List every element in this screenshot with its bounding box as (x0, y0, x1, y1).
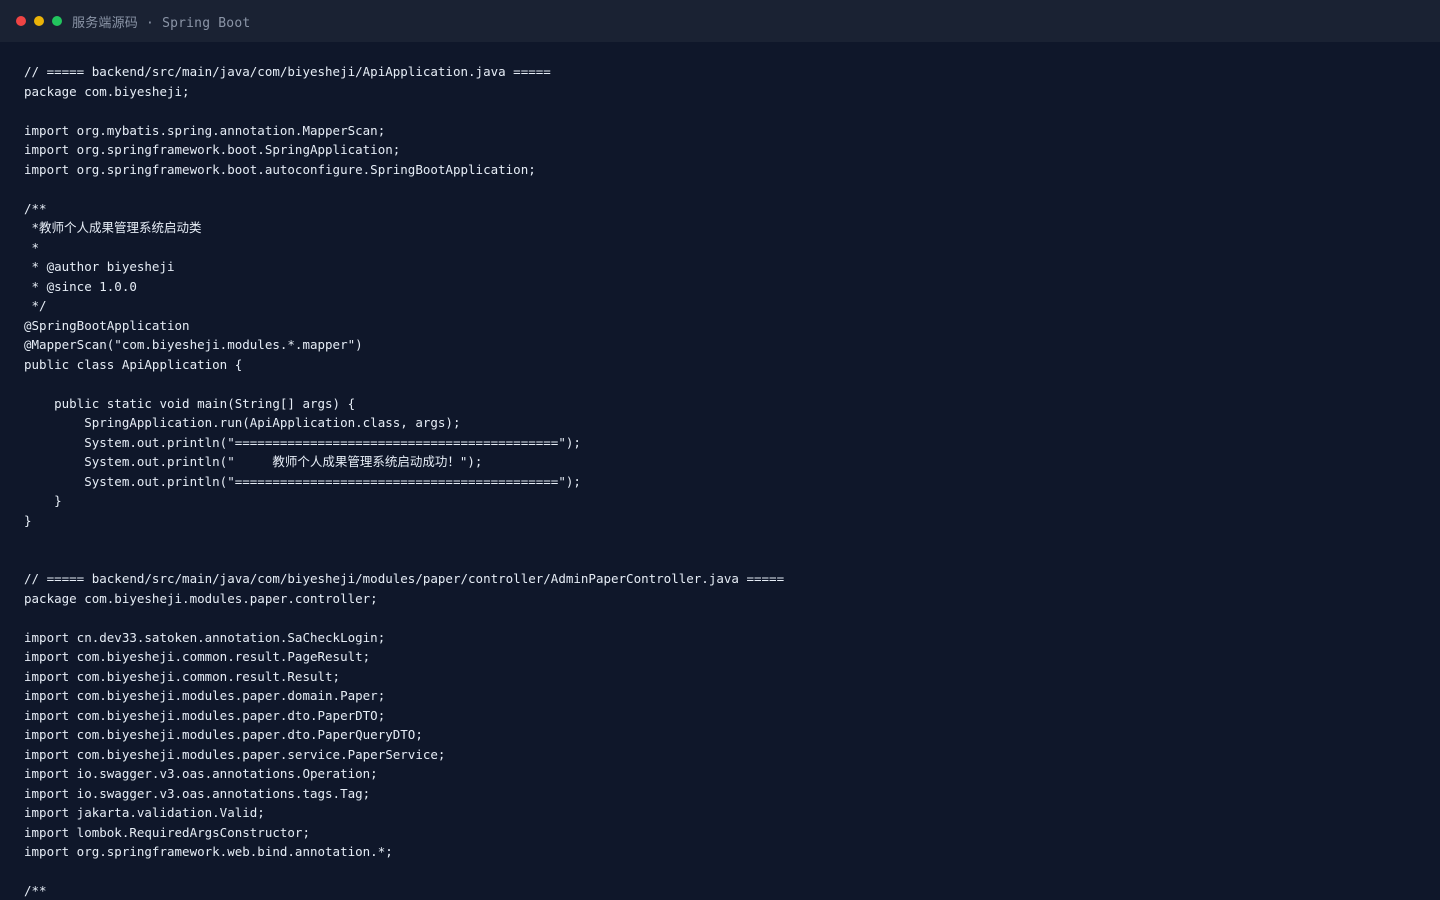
code-line: /** (24, 883, 47, 898)
code-line: * (24, 239, 40, 255)
code-line: package com.biyesheji; (24, 83, 190, 99)
code-line: import lombok.RequiredArgsConstructor; (24, 824, 310, 840)
code-line: import io.swagger.v3.oas.annotations.tag… (24, 785, 371, 801)
code-line: import org.springframework.boot.autoconf… (24, 161, 536, 177)
code-line: import io.swagger.v3.oas.annotations.Ope… (24, 766, 378, 781)
code-line: public static void main(String[] args) { (24, 395, 356, 411)
code-line: import org.springframework.boot.SpringAp… (24, 142, 401, 157)
code-line: * @author biyesheji (24, 259, 175, 274)
code-line: * @since 1.0.0 (24, 278, 137, 294)
code-line: } (24, 493, 62, 508)
code-line: // ===== backend/src/main/java/com/biyes… (24, 571, 785, 586)
zoom-window-button[interactable] (52, 16, 62, 26)
code-line: *教师个人成果管理系统启动类 (24, 220, 202, 235)
close-window-button[interactable] (16, 16, 26, 26)
minimize-window-button[interactable] (34, 16, 44, 26)
code-line: import com.biyesheji.modules.paper.dto.P… (24, 727, 423, 742)
code-line: import com.biyesheji.common.result.PageR… (24, 649, 371, 664)
code-line: @SpringBootApplication (24, 317, 190, 333)
code-line: import org.mybatis.spring.annotation.Map… (24, 122, 386, 138)
code-line: import cn.dev33.satoken.annotation.SaChe… (24, 629, 386, 645)
code-line: public class ApiApplication { (24, 356, 243, 372)
code-line: } (24, 512, 32, 528)
code-line: SpringApplication.run(ApiApplication.cla… (24, 415, 461, 430)
code-line: System.out.println("====================… (24, 473, 581, 489)
code-window: 服务端源码 · Spring Boot // ===== backend/src… (0, 0, 1440, 900)
code-line: System.out.println("====================… (24, 434, 581, 450)
code-line: import com.biyesheji.modules.paper.dto.P… (24, 707, 386, 723)
code-line: // ===== backend/src/main/java/com/biyes… (24, 64, 551, 79)
code-line: /** (24, 200, 47, 216)
code-viewer[interactable]: // ===== backend/src/main/java/com/biyes… (24, 62, 1440, 900)
title-bar: 服务端源码 · Spring Boot (0, 0, 1440, 42)
code-line: */ (24, 298, 47, 313)
window-title: 服务端源码 · Spring Boot (72, 15, 251, 31)
code-line: package com.biyesheji.modules.paper.cont… (24, 590, 378, 606)
code-line: import org.springframework.web.bind.anno… (24, 844, 393, 859)
code-line: import com.biyesheji.modules.paper.domai… (24, 688, 386, 703)
code-line: import com.biyesheji.modules.paper.servi… (24, 746, 446, 762)
code-line: System.out.println(" 教师个人成果管理系统启动成功！"); (24, 454, 483, 469)
code-line: @MapperScan("com.biyesheji.modules.*.map… (24, 337, 363, 352)
code-line: import jakarta.validation.Valid; (24, 805, 265, 820)
code-line: import com.biyesheji.common.result.Resul… (24, 668, 341, 684)
